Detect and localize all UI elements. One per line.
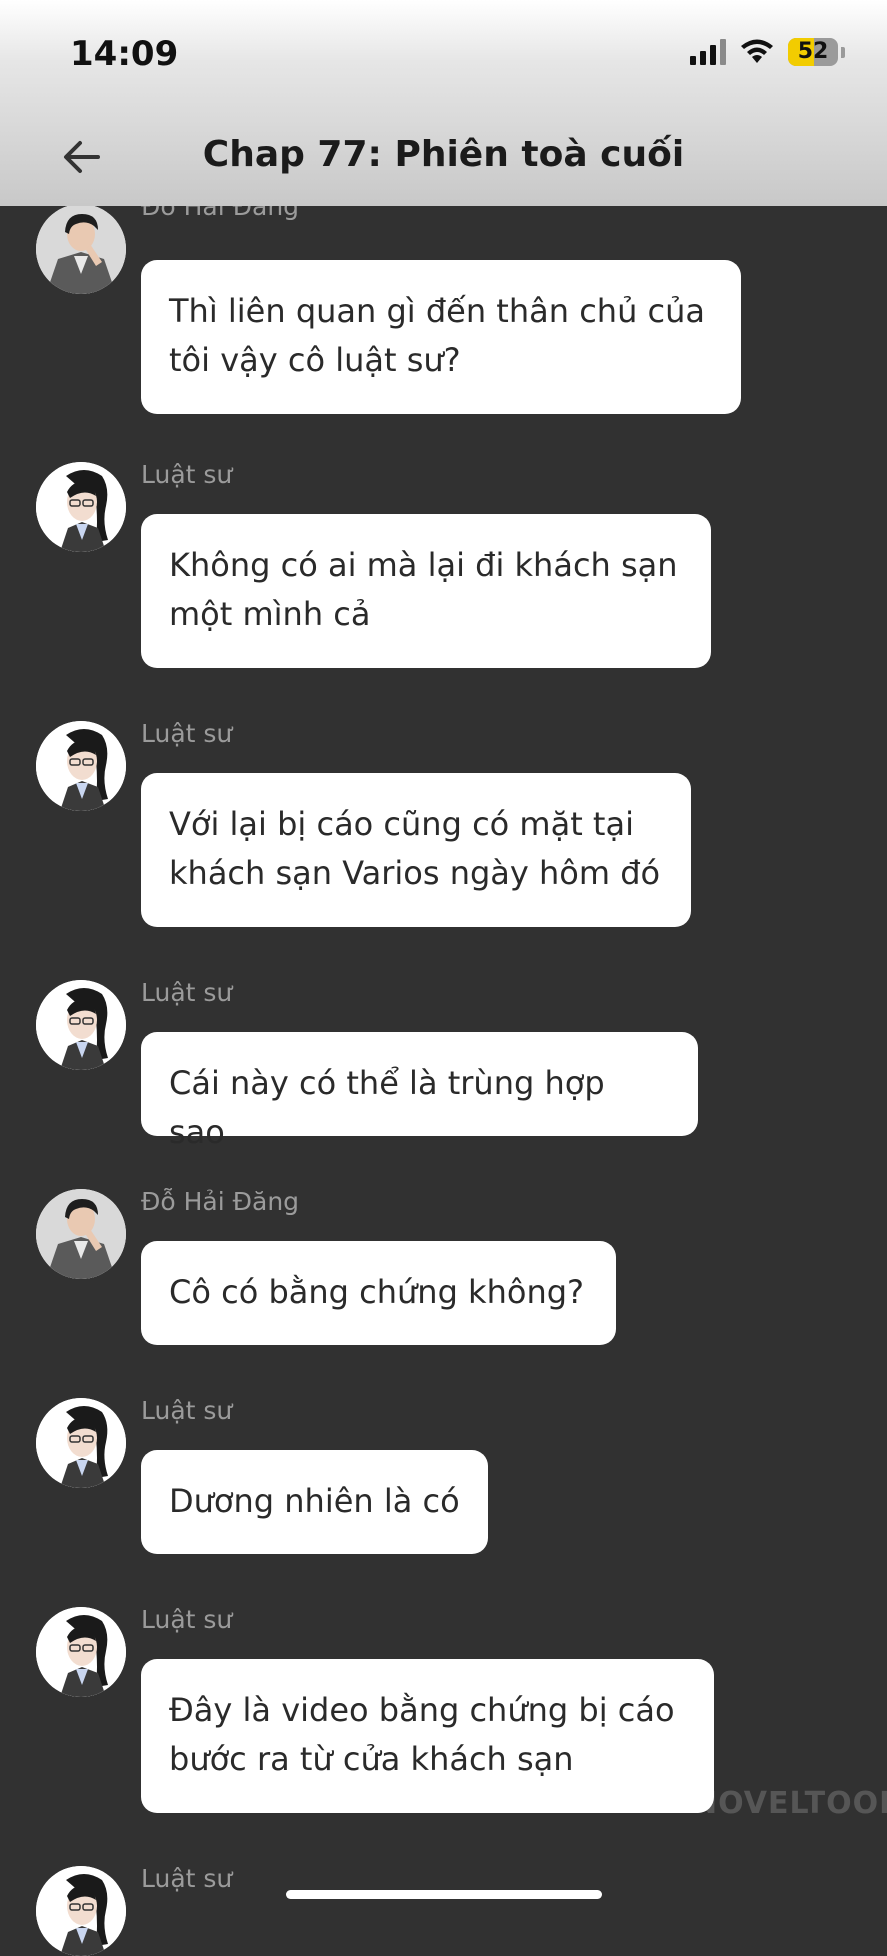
sender-name: Luật sư — [141, 460, 233, 489]
female-lawyer-avatar[interactable] — [36, 980, 126, 1070]
top-header: 14:09 52 Chap 77: Phiên toà cuối — [0, 0, 887, 206]
status-time: 14:09 — [70, 34, 179, 74]
chat-feed[interactable]: Đỗ Hải Đăng Thì liên quan gì đến thân ch… — [0, 0, 887, 1956]
message-text: Cô có bằng chứng không? — [169, 1273, 585, 1311]
cellular-signal-icon — [690, 39, 726, 65]
female-lawyer-avatar[interactable] — [36, 1398, 126, 1488]
message-text: Dương nhiên là có — [169, 1482, 460, 1520]
sender-name: Đỗ Hải Đăng — [141, 1187, 300, 1216]
message-bubble[interactable]: Với lại bị cáo cũng có mặt tại khách sạn… — [141, 773, 691, 927]
message-text: Đây là video bằng chứng bị cáo bước ra t… — [169, 1691, 675, 1778]
noveltoon-watermark: NOVELTOON — [692, 1786, 887, 1821]
female-lawyer-avatar[interactable] — [36, 462, 126, 552]
message-bubble[interactable]: Thì liên quan gì đến thân chủ của tôi vậ… — [141, 260, 741, 414]
message-bubble[interactable]: Đây là video bằng chứng bị cáo bước ra t… — [141, 1659, 714, 1813]
female-lawyer-avatar[interactable] — [36, 721, 126, 811]
sender-name: Luật sư — [141, 719, 233, 748]
message-text: Với lại bị cáo cũng có mặt tại khách sạn… — [169, 805, 661, 892]
female-lawyer-avatar[interactable] — [36, 1866, 126, 1956]
wifi-icon — [740, 39, 774, 65]
message-text: Cái này có thể là trùng hợp sao — [169, 1064, 605, 1151]
message-text: Không có ai mà lại đi khách sạn một mình… — [169, 546, 678, 633]
message-bubble[interactable]: Không có ai mà lại đi khách sạn một mình… — [141, 514, 711, 668]
sender-name: Luật sư — [141, 1605, 233, 1634]
message-bubble[interactable]: Dương nhiên là có — [141, 1450, 488, 1554]
home-indicator[interactable] — [286, 1890, 602, 1899]
sender-name: Luật sư — [141, 1396, 233, 1425]
battery-icon: 52 — [788, 38, 838, 66]
male-character-avatar[interactable] — [36, 204, 126, 294]
page-title: Chap 77: Phiên toà cuối — [202, 134, 685, 175]
battery-tip — [841, 46, 845, 58]
male-character-avatar[interactable] — [36, 1189, 126, 1279]
sender-name: Luật sư — [141, 1864, 233, 1893]
female-lawyer-avatar[interactable] — [36, 1607, 126, 1697]
status-icons: 52 — [690, 38, 845, 66]
message-bubble[interactable]: Cái này có thể là trùng hợp sao — [141, 1032, 698, 1151]
sender-name: Luật sư — [141, 978, 233, 1007]
battery-level: 52 — [797, 39, 829, 64]
message-bubble[interactable]: Cô có bằng chứng không? — [141, 1241, 616, 1345]
message-text: Thì liên quan gì đến thân chủ của tôi vậ… — [169, 292, 705, 379]
